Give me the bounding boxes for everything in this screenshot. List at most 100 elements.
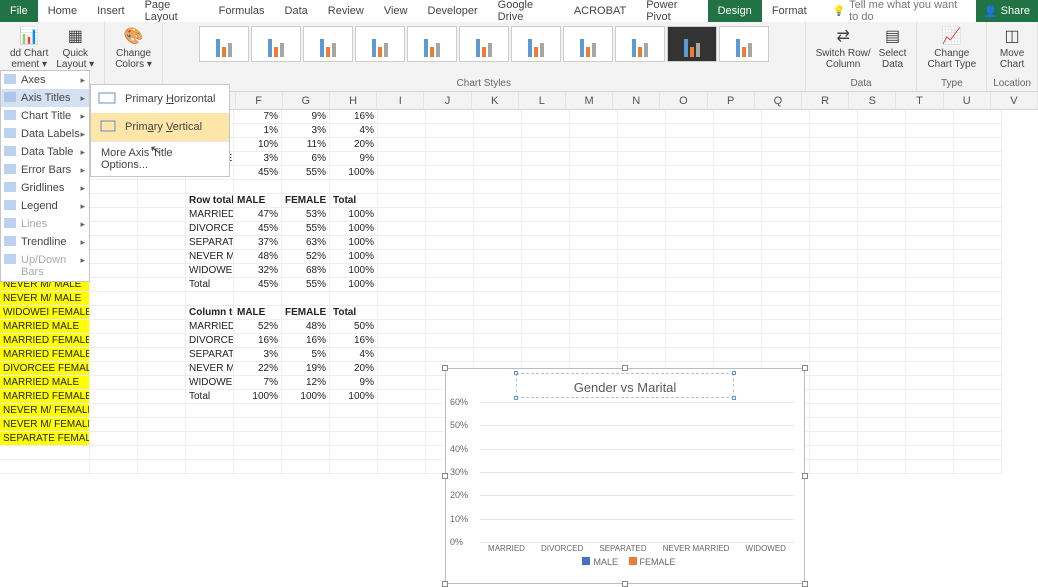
cell[interactable] bbox=[186, 292, 234, 306]
resize-handle[interactable] bbox=[622, 365, 628, 371]
cell[interactable] bbox=[714, 138, 762, 152]
cell[interactable] bbox=[186, 432, 234, 446]
cell[interactable]: 100% bbox=[234, 390, 282, 404]
cell[interactable] bbox=[378, 264, 426, 278]
menu-item-axis-titles[interactable]: Axis Titles▸ bbox=[1, 89, 89, 107]
cell[interactable]: 11% bbox=[282, 138, 330, 152]
cell[interactable] bbox=[618, 320, 666, 334]
cell[interactable]: 100% bbox=[330, 390, 378, 404]
cell[interactable]: 100% bbox=[330, 166, 378, 180]
cell[interactable] bbox=[954, 404, 1002, 418]
cell[interactable] bbox=[90, 334, 138, 348]
cell[interactable] bbox=[426, 306, 474, 320]
cell[interactable] bbox=[618, 278, 666, 292]
cell[interactable] bbox=[378, 138, 426, 152]
cell[interactable] bbox=[378, 390, 426, 404]
cell[interactable] bbox=[714, 292, 762, 306]
cell[interactable] bbox=[714, 222, 762, 236]
cell[interactable] bbox=[90, 236, 138, 250]
cell[interactable] bbox=[618, 250, 666, 264]
cell[interactable] bbox=[570, 194, 618, 208]
cell[interactable] bbox=[282, 292, 330, 306]
cell[interactable] bbox=[906, 390, 954, 404]
cell[interactable] bbox=[810, 348, 858, 362]
cell[interactable] bbox=[138, 292, 186, 306]
cell[interactable] bbox=[954, 110, 1002, 124]
cell[interactable]: DIVORCEE FEMALE bbox=[0, 362, 90, 376]
cell[interactable] bbox=[570, 166, 618, 180]
cell[interactable] bbox=[810, 446, 858, 460]
cell[interactable] bbox=[90, 278, 138, 292]
cell[interactable]: DIVORCED bbox=[186, 334, 234, 348]
cell[interactable] bbox=[810, 250, 858, 264]
cell[interactable] bbox=[138, 432, 186, 446]
cell[interactable]: 45% bbox=[234, 166, 282, 180]
cell[interactable] bbox=[810, 418, 858, 432]
cell[interactable] bbox=[618, 110, 666, 124]
cell[interactable] bbox=[762, 138, 810, 152]
cell[interactable] bbox=[618, 334, 666, 348]
cell[interactable]: 100% bbox=[282, 390, 330, 404]
cell[interactable] bbox=[90, 320, 138, 334]
cell[interactable]: WIDOWEI FEMALE bbox=[0, 306, 90, 320]
cell[interactable]: 16% bbox=[234, 334, 282, 348]
primary-horizontal-item[interactable]: Primary Horizontal bbox=[91, 85, 229, 113]
cell[interactable] bbox=[138, 334, 186, 348]
cell[interactable] bbox=[762, 208, 810, 222]
cell[interactable] bbox=[234, 404, 282, 418]
cell[interactable] bbox=[618, 348, 666, 362]
cell[interactable] bbox=[810, 138, 858, 152]
cell[interactable]: 100% bbox=[330, 236, 378, 250]
cell[interactable] bbox=[474, 222, 522, 236]
col-header-Q[interactable]: Q bbox=[755, 92, 802, 109]
change-chart-type-button[interactable]: 📈Change Chart Type bbox=[923, 24, 980, 72]
cell[interactable] bbox=[570, 138, 618, 152]
cell[interactable] bbox=[186, 460, 234, 474]
cell[interactable] bbox=[810, 390, 858, 404]
cell[interactable]: MALE bbox=[234, 194, 282, 208]
cell[interactable] bbox=[474, 180, 522, 194]
cell[interactable] bbox=[810, 222, 858, 236]
cell[interactable] bbox=[378, 362, 426, 376]
cell[interactable] bbox=[570, 236, 618, 250]
cell[interactable]: 4% bbox=[330, 348, 378, 362]
cell[interactable]: 53% bbox=[282, 208, 330, 222]
cell[interactable]: Row total bbox=[186, 194, 234, 208]
cell[interactable] bbox=[954, 152, 1002, 166]
col-header-R[interactable]: R bbox=[802, 92, 849, 109]
cell[interactable] bbox=[762, 152, 810, 166]
cell[interactable] bbox=[906, 264, 954, 278]
cell[interactable] bbox=[954, 208, 1002, 222]
cell[interactable] bbox=[954, 432, 1002, 446]
cell[interactable] bbox=[858, 460, 906, 474]
cell[interactable] bbox=[234, 292, 282, 306]
cell[interactable] bbox=[330, 460, 378, 474]
cell[interactable]: 100% bbox=[330, 250, 378, 264]
cell[interactable] bbox=[522, 166, 570, 180]
cell[interactable] bbox=[954, 376, 1002, 390]
cell[interactable] bbox=[906, 180, 954, 194]
cell[interactable] bbox=[714, 278, 762, 292]
cell[interactable]: 10% bbox=[234, 138, 282, 152]
cell[interactable] bbox=[522, 320, 570, 334]
cell[interactable] bbox=[138, 376, 186, 390]
cell[interactable] bbox=[906, 208, 954, 222]
cell[interactable] bbox=[330, 292, 378, 306]
cell[interactable] bbox=[810, 124, 858, 138]
cell[interactable] bbox=[138, 236, 186, 250]
cell[interactable]: 63% bbox=[282, 236, 330, 250]
col-header-V[interactable]: V bbox=[991, 92, 1038, 109]
cell[interactable] bbox=[474, 292, 522, 306]
cell[interactable]: 7% bbox=[234, 376, 282, 390]
cell[interactable] bbox=[810, 292, 858, 306]
cell[interactable] bbox=[522, 348, 570, 362]
cell[interactable] bbox=[954, 236, 1002, 250]
cell[interactable] bbox=[810, 320, 858, 334]
cell[interactable] bbox=[522, 306, 570, 320]
cell[interactable] bbox=[954, 320, 1002, 334]
cell[interactable] bbox=[138, 446, 186, 460]
cell[interactable] bbox=[810, 306, 858, 320]
cell[interactable]: 47% bbox=[234, 208, 282, 222]
menu-item-data-table[interactable]: Data Table▸ bbox=[1, 143, 89, 161]
style-thumb[interactable] bbox=[459, 26, 509, 62]
